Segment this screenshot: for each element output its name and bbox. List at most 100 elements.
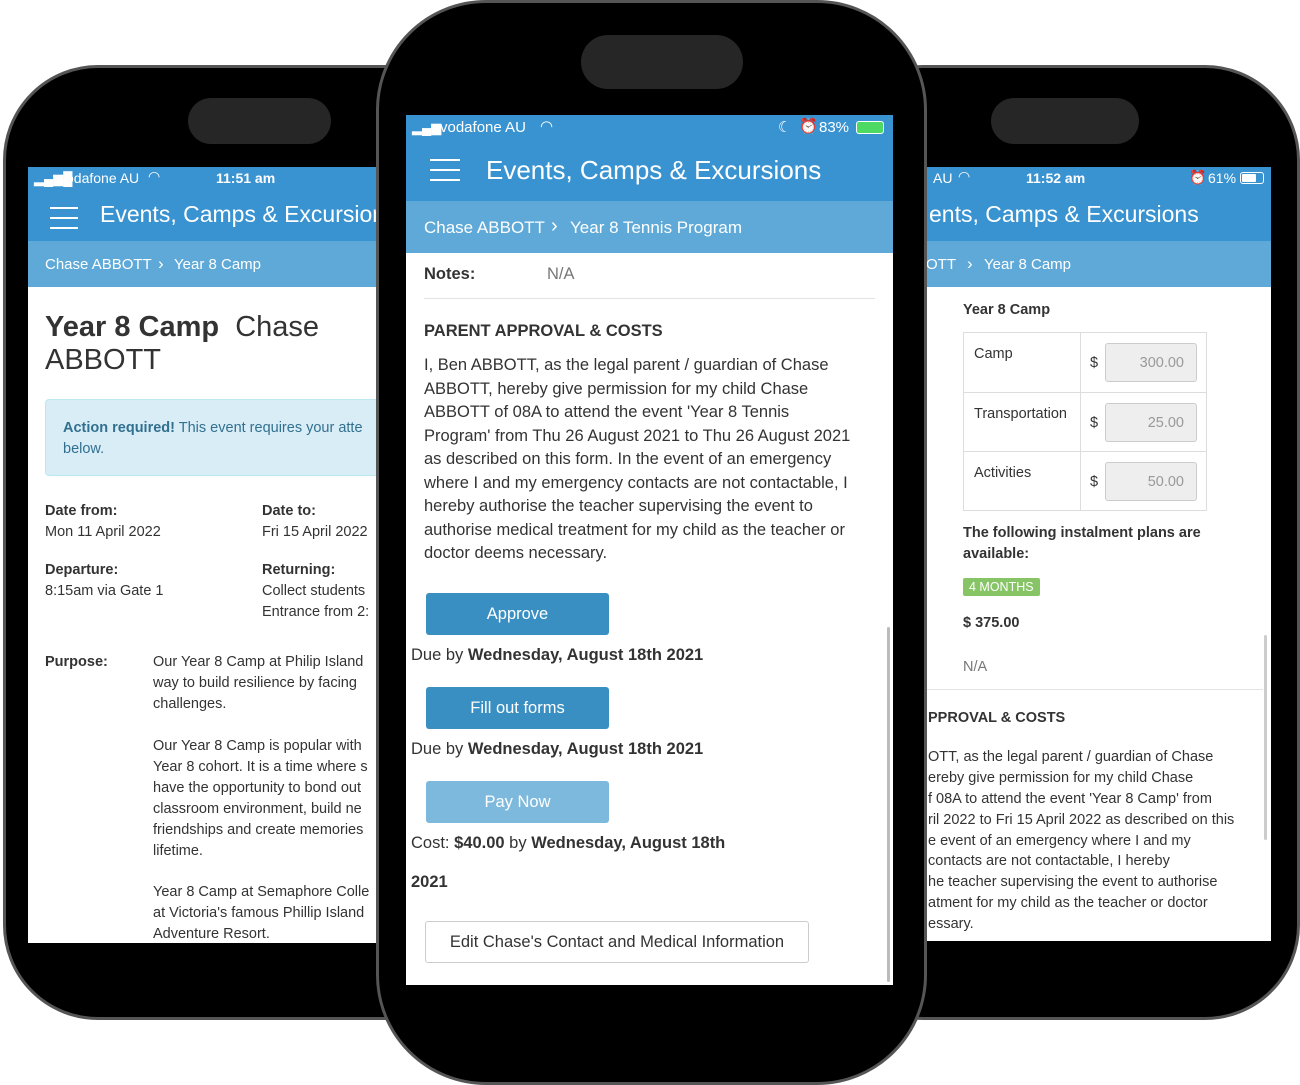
departure-label: Departure: [45, 562, 119, 578]
carrier: vodafone AU [59, 170, 140, 186]
text-line: essary. [928, 916, 974, 932]
wifi-icon: ◠ [148, 168, 161, 184]
date-to-label: Date to: [262, 503, 316, 519]
text-line: friendships and create memories [153, 822, 364, 838]
breadcrumb-event: Year 8 Tennis Program [570, 218, 742, 237]
breadcrumb-student[interactable]: OTT [926, 256, 956, 273]
battery-percent: 61% [1208, 170, 1237, 186]
approve-button[interactable]: Approve [426, 593, 609, 635]
menu-icon[interactable] [430, 159, 460, 189]
dynamic-island [581, 35, 743, 89]
text-line: hereby authorise the teacher supervising… [424, 497, 813, 515]
breadcrumb-event: Year 8 Camp [984, 256, 1071, 273]
breadcrumb-event: Year 8 Camp [174, 256, 261, 273]
app-title: ents, Camps & Excursions [929, 201, 1199, 227]
text-line: contacts are not contactable, I hereby [928, 853, 1170, 869]
text-line: at Victoria's famous Phillip Island [153, 905, 365, 921]
departure: 8:15am via Gate 1 [45, 583, 164, 599]
dynamic-island [188, 98, 331, 144]
plan-badge[interactable]: 4 MONTHS [963, 578, 1040, 596]
text-line: I, Ben ABBOTT, as the legal parent / gua… [424, 356, 829, 374]
text-line: as described on this form. In the event … [424, 450, 832, 468]
moon-icon: ☾ [778, 119, 792, 136]
text-line: he teacher supervising the event to auth… [928, 874, 1218, 890]
notes-value: N/A [963, 659, 988, 675]
wifi-icon: ◠ [540, 118, 554, 135]
cost-input[interactable]: 300.00 [1105, 343, 1197, 382]
notes-value: N/A [547, 265, 575, 283]
cost-row: Activities $ 50.00 [964, 451, 1206, 511]
currency: $ [1090, 355, 1099, 371]
breadcrumb-student[interactable]: Chase ABBOTT [424, 218, 545, 238]
currency: $ [1090, 474, 1099, 490]
breadcrumb-student[interactable]: Chase ABBOTT [45, 256, 152, 273]
text-line: doctor deems necessary. [424, 544, 608, 562]
dynamic-island [991, 98, 1139, 144]
text-line: Year 8 cohort. It is a time where s [153, 759, 368, 775]
cost-year: 2021 [411, 873, 448, 891]
chevron-right-icon: › [551, 215, 558, 237]
costs-title: Year 8 Camp [963, 302, 1051, 318]
date-from-label: Date from: [45, 503, 118, 519]
battery-icon [1240, 172, 1264, 184]
menu-icon[interactable] [50, 207, 78, 237]
approve-due: Due by Wednesday, August 18th 2021 [411, 646, 704, 664]
text-line: ereby give permission for my child Chase [928, 770, 1194, 786]
divider [1080, 393, 1081, 452]
divider [1080, 333, 1081, 392]
notes-label: Notes: [424, 265, 476, 283]
time: 11:51 am [216, 170, 276, 186]
alarm-icon: ⏰ [799, 118, 818, 135]
text-line: lifetime. [153, 843, 203, 859]
text-line: OTT, as the legal parent / guardian of C… [928, 749, 1214, 765]
cost-input[interactable]: 25.00 [1105, 403, 1197, 442]
cost-label: Transportation [974, 406, 1067, 422]
carrier: AU [933, 170, 953, 186]
scrollbar[interactable] [1264, 635, 1267, 840]
breadcrumb: Chase ABBOTT › Year 8 Tennis Program [406, 201, 893, 253]
text-line: e event of an emergency where I and my [928, 833, 1191, 849]
costs-table: Camp $ 300.00 Transportation $ 25.00 Activ… [963, 332, 1207, 511]
divider [1080, 452, 1081, 511]
returning: Collect students [262, 583, 366, 599]
text-line: Year 8 Camp at Semaphore Colle [153, 884, 370, 900]
fill-out-forms-button[interactable]: Fill out forms [426, 687, 609, 729]
text-line: ABBOTT, hereby give permission for my ch… [424, 379, 809, 398]
time: 11:52 am [1026, 170, 1086, 186]
returning-2: Entrance from 2: [262, 604, 370, 620]
cost-input[interactable]: 50.00 [1105, 462, 1197, 501]
app-title: Events, Camps & Excursions [100, 201, 397, 227]
battery-percent: 83% [819, 119, 850, 136]
cost-line: Cost: $40.00 by Wednesday, August 18th [411, 834, 726, 852]
text-line: Our Year 8 Camp at Philip Island [153, 654, 364, 670]
app-title: Events, Camps & Excursions [486, 155, 822, 185]
forms-due: Due by Wednesday, August 18th 2021 [411, 740, 704, 758]
text-line: where I and my emergency contacts are no… [424, 473, 848, 492]
text-line: ABBOTT of 08A to attend the event 'Year … [424, 403, 790, 421]
app-header: Events, Camps & Excursions [406, 141, 893, 201]
instalment-text-2: available: [963, 546, 1030, 562]
page-title-name: ABBOTT [45, 344, 162, 376]
carrier: vodafone AU [440, 119, 526, 136]
date-to: Fri 15 April 2022 [262, 524, 368, 540]
alarm-icon: ⏰ [1189, 169, 1207, 185]
text-line: Adventure Resort. [153, 926, 270, 942]
section-title: PPROVAL & COSTS [928, 710, 1066, 726]
text-line: have the opportunity to bond out [153, 780, 361, 796]
pay-now-button[interactable]: Pay Now [426, 781, 609, 823]
currency: $ [1090, 415, 1099, 431]
divider [923, 689, 1263, 690]
instalment-text: The following instalment plans are [963, 525, 1201, 541]
divider [424, 298, 875, 299]
edit-contact-medical-button[interactable]: Edit Chase's Contact and Medical Informa… [425, 921, 809, 963]
text-line: challenges. [153, 696, 227, 712]
cost-row: Transportation $ 25.00 [964, 392, 1206, 452]
center-screen: ▂▄▆ vodafone AU ◠ ☾ ⏰ 83% Events, Camps … [406, 115, 893, 985]
page-title: Year 8 Camp Chase [45, 311, 320, 343]
cost-label: Camp [974, 346, 1013, 362]
scrollbar[interactable] [887, 627, 890, 982]
text-line: way to build resilience by facing [153, 675, 357, 691]
cost-row: Camp $ 300.00 [964, 333, 1206, 392]
text-line: classroom environment, build ne [153, 801, 362, 817]
text-line: authorise medical treatment for my child… [424, 520, 845, 539]
